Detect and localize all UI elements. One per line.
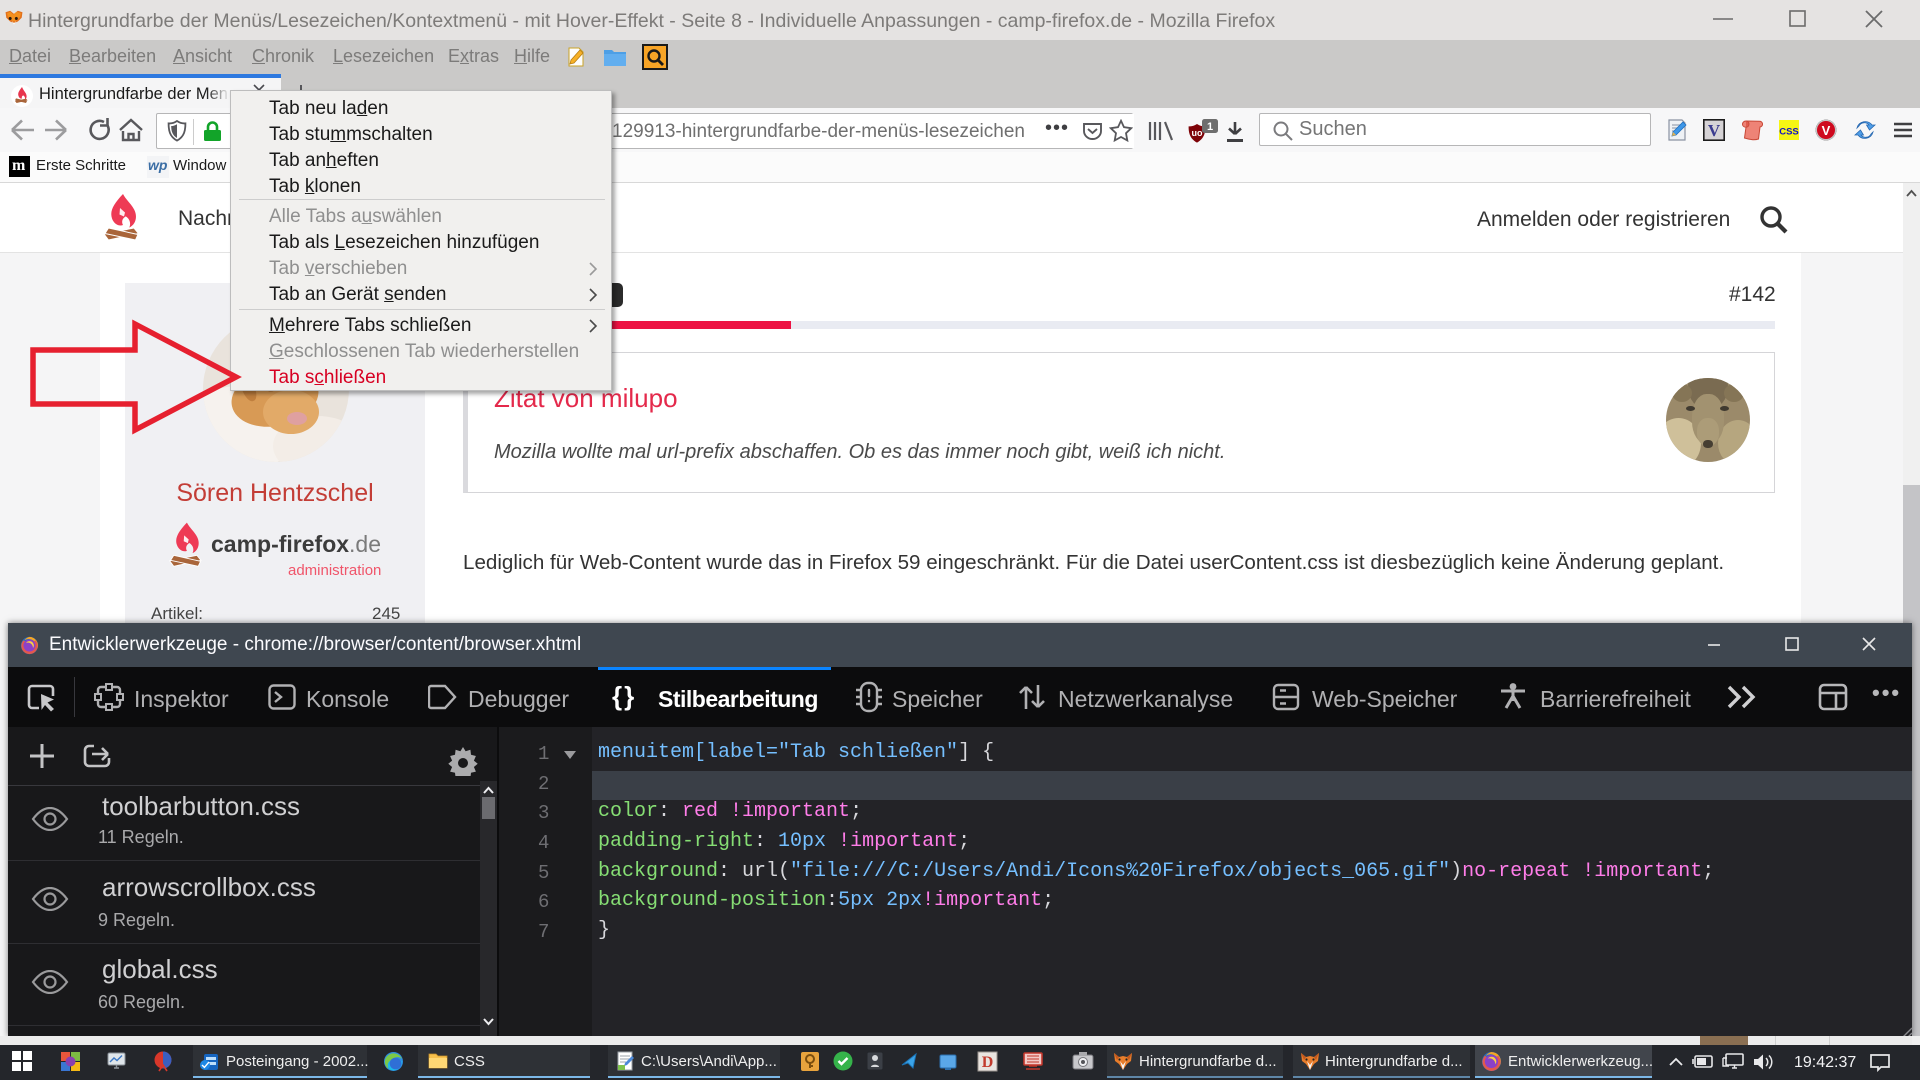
svg-text:1: 1: [1207, 121, 1213, 133]
svg-text:CSS: CSS: [1779, 127, 1799, 138]
svg-text:V: V: [1822, 123, 1831, 138]
svg-text:D: D: [982, 1054, 994, 1071]
svg-text:uo: uo: [1192, 128, 1203, 138]
svg-text:V: V: [1708, 121, 1721, 140]
